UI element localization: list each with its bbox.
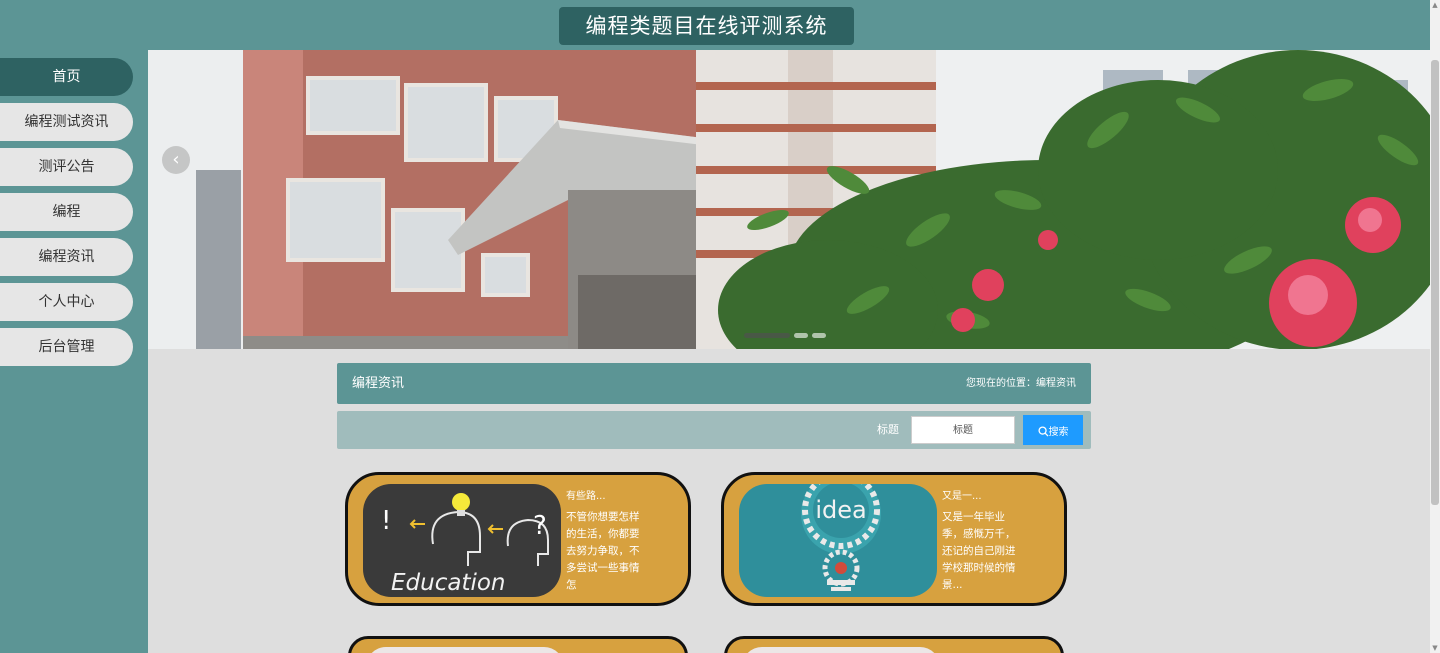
- sidebar-item-home[interactable]: 首页: [0, 58, 133, 96]
- search-bar: 标题 搜索: [337, 411, 1091, 449]
- vertical-scrollbar[interactable]: ▲ ▼: [1430, 0, 1440, 653]
- sidebar-item-admin[interactable]: 后台管理: [0, 328, 133, 366]
- scroll-down-arrow-icon[interactable]: ▼: [1431, 643, 1439, 653]
- header: 编程类题目在线评测系统: [0, 0, 1430, 50]
- search-button[interactable]: 搜索: [1023, 415, 1083, 445]
- section-header: 编程资讯 您现在的位置：编程资讯: [337, 363, 1091, 404]
- search-label: 标题: [877, 423, 899, 436]
- chevron-left-icon: ‹: [172, 149, 180, 170]
- scroll-up-arrow-icon[interactable]: ▲: [1431, 0, 1439, 10]
- news-card-image: idea: [739, 484, 937, 597]
- sidebar-item-programming[interactable]: 编程: [0, 193, 133, 231]
- news-card-image: [742, 647, 940, 653]
- carousel-prev-button[interactable]: ‹: [162, 146, 190, 174]
- breadcrumb: 您现在的位置：编程资讯: [966, 378, 1076, 389]
- carousel-dot-2[interactable]: [794, 333, 808, 338]
- search-icon: [1037, 425, 1049, 437]
- carousel-slide-image: [148, 50, 1430, 349]
- news-card-image: [366, 647, 564, 653]
- svg-text:!: !: [381, 506, 391, 536]
- carousel-dot-1[interactable]: [744, 333, 790, 338]
- news-card[interactable]: [348, 636, 688, 653]
- news-card-title: 有些路...: [566, 491, 606, 502]
- main-content: ‹ 编程资讯 您现在的位置：编程资讯 标题 搜索 !: [148, 50, 1430, 653]
- carousel-indicators: [744, 325, 830, 338]
- banner-carousel[interactable]: ‹: [148, 50, 1430, 349]
- title-search-input[interactable]: [911, 416, 1015, 444]
- sidebar-item-programming-news[interactable]: 编程资讯: [0, 238, 133, 276]
- sidebar-item-personal-center[interactable]: 个人中心: [0, 283, 133, 321]
- search-button-label: 搜索: [1048, 426, 1069, 438]
- news-card-image-text: idea: [815, 496, 866, 524]
- news-card-summary: 又是一年毕业季，感慨万千，还记的自己刚进学校那时候的情景...: [942, 511, 1016, 591]
- news-card[interactable]: ! ? Education 有些路... 不管你想要怎样的生活，你都要去努力争取…: [345, 472, 691, 606]
- sidebar-item-announcements[interactable]: 测评公告: [0, 148, 133, 186]
- section-title: 编程资讯: [352, 376, 405, 391]
- news-card-summary: 不管你想要怎样的生活，你都要去努力争取，不多尝试一些事情怎: [566, 511, 640, 591]
- sidebar-item-programming-test-news[interactable]: 编程测试资讯: [0, 103, 133, 141]
- news-card-image: ! ? Education: [363, 484, 561, 597]
- svg-text:?: ?: [533, 511, 547, 541]
- news-card[interactable]: [724, 636, 1064, 653]
- sidebar: 首页 编程测试资讯 测评公告 编程 编程资讯 个人中心 后台管理: [0, 50, 148, 653]
- news-card-image-text: Education: [391, 570, 506, 596]
- news-card-title: 又是一...: [942, 491, 982, 502]
- news-card[interactable]: idea 又是一... 又是一年毕业季，感慨万千，还记的自己刚进学校那时候的情景…: [721, 472, 1067, 606]
- carousel-dot-3[interactable]: [812, 333, 826, 338]
- site-title: 编程类题目在线评测系统: [559, 7, 854, 45]
- scrollbar-thumb[interactable]: [1431, 60, 1439, 505]
